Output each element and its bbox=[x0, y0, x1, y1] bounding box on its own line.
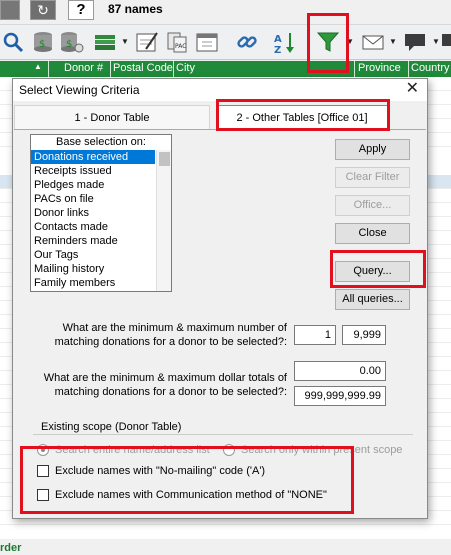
link-icon[interactable] bbox=[234, 29, 260, 55]
query-highlight bbox=[330, 250, 426, 288]
list-item-family-members[interactable]: Family members bbox=[31, 276, 155, 290]
list-item-pledges-made[interactable]: Pledges made bbox=[31, 178, 155, 192]
calendar-pen-icon[interactable] bbox=[134, 29, 160, 55]
list-item-donations-received[interactable]: Donations received bbox=[31, 150, 155, 164]
max-dollar-input[interactable]: 999,999,999.99 bbox=[294, 386, 386, 406]
dollar-question: What are the minimum & maximum dollar to… bbox=[43, 371, 287, 399]
database-multi-icon[interactable]: $ bbox=[58, 29, 84, 55]
list-item-our-tags[interactable]: Our Tags bbox=[31, 248, 155, 262]
chat-dropdown-icon[interactable]: ▼ bbox=[432, 38, 440, 46]
bottom-partial-text: rder bbox=[0, 542, 22, 554]
list-item-reminders-made[interactable]: Reminders made bbox=[31, 234, 155, 248]
count-question: What are the minimum & maximum number of… bbox=[47, 321, 287, 349]
names-count: 87 names bbox=[108, 2, 163, 16]
svg-text:Z: Z bbox=[274, 45, 281, 55]
scope-divider bbox=[33, 434, 413, 435]
reload-button[interactable]: ↻ bbox=[30, 0, 56, 20]
dollar-question-line1: What are the minimum & maximum dollar to… bbox=[43, 372, 287, 384]
pac-icon[interactable]: PAC bbox=[164, 29, 190, 55]
apply-button[interactable]: Apply bbox=[335, 139, 410, 160]
list-item-mailing-history[interactable]: Mailing history bbox=[31, 262, 155, 276]
min-count-input[interactable]: 1 bbox=[294, 325, 336, 345]
dialog-title: Select Viewing Criteria bbox=[19, 83, 140, 97]
tab-donor-table-label: 1 - Donor Table bbox=[74, 112, 150, 124]
chat-icon[interactable] bbox=[402, 29, 428, 55]
close-icon[interactable]: ✕ bbox=[406, 80, 419, 98]
count-question-line1: What are the minimum & maximum number of bbox=[62, 322, 287, 334]
col-postal-code[interactable]: Postal Code bbox=[113, 62, 173, 74]
office-button[interactable]: Office... bbox=[335, 195, 410, 216]
mail-dropdown-icon[interactable]: ▼ bbox=[389, 38, 397, 46]
calendar-icon[interactable] bbox=[194, 29, 220, 55]
col-country[interactable]: Country bbox=[411, 62, 450, 74]
col-city[interactable]: City bbox=[176, 62, 195, 74]
refresh-button[interactable] bbox=[0, 0, 20, 20]
col-province[interactable]: Province bbox=[358, 62, 401, 74]
list-item-pacs-on-file[interactable]: PACs on file bbox=[31, 192, 155, 206]
list-scrollbar[interactable] bbox=[156, 150, 171, 291]
mail-icon[interactable] bbox=[360, 29, 386, 55]
tab-donor-table[interactable]: 1 - Donor Table bbox=[14, 105, 210, 130]
list-item-receipts-issued[interactable]: Receipts issued bbox=[31, 164, 155, 178]
checkbox-highlight bbox=[20, 446, 354, 514]
books-dropdown-icon[interactable]: ▼ bbox=[121, 38, 129, 46]
books-icon[interactable] bbox=[92, 29, 118, 55]
svg-text:$: $ bbox=[66, 39, 72, 50]
max-count-input[interactable]: 9,999 bbox=[342, 325, 386, 345]
sort-up-icon[interactable]: ▲ bbox=[34, 62, 42, 71]
svg-text:A: A bbox=[274, 34, 282, 45]
svg-text:$: $ bbox=[39, 39, 45, 50]
filter-highlight bbox=[307, 13, 349, 73]
search-icon[interactable] bbox=[0, 29, 26, 55]
chat-extra-icon[interactable] bbox=[442, 29, 451, 55]
database-icon[interactable]: $ bbox=[30, 29, 56, 55]
col-donor-number[interactable]: Donor # bbox=[64, 62, 103, 74]
count-question-line2: matching donations for a donor to be sel… bbox=[54, 336, 287, 348]
reload-icon: ↻ bbox=[37, 2, 49, 18]
close-button[interactable]: Close bbox=[335, 223, 410, 244]
main-toolbar: $ $ ▼ PAC AZ ▼ ▼ ▼ bbox=[0, 24, 451, 60]
base-selection-list[interactable]: Base selection on: Donations received Re… bbox=[30, 134, 172, 292]
svg-text:PAC: PAC bbox=[175, 43, 186, 50]
sort-az-icon[interactable]: AZ bbox=[272, 29, 298, 56]
min-dollar-input[interactable]: 0.00 bbox=[294, 361, 386, 381]
top-strip: ↻ ? 87 names bbox=[0, 0, 451, 22]
list-scroll-thumb[interactable] bbox=[159, 152, 170, 166]
clear-filter-button[interactable]: Clear Filter bbox=[335, 167, 410, 188]
list-header: Base selection on: bbox=[56, 136, 146, 148]
list-item-donor-links[interactable]: Donor links bbox=[31, 206, 155, 220]
all-queries-button[interactable]: All queries... bbox=[335, 289, 410, 310]
scope-label: Existing scope (Donor Table) bbox=[41, 421, 182, 433]
help-icon: ? bbox=[76, 1, 86, 18]
grid-header: ▲ Donor # Postal Code City Province Coun… bbox=[0, 61, 451, 77]
list-item-contacts-made[interactable]: Contacts made bbox=[31, 220, 155, 234]
dollar-question-line2: matching donations for a donor to be sel… bbox=[54, 386, 287, 398]
tab-highlight bbox=[216, 99, 390, 131]
help-button[interactable]: ? bbox=[68, 0, 94, 20]
